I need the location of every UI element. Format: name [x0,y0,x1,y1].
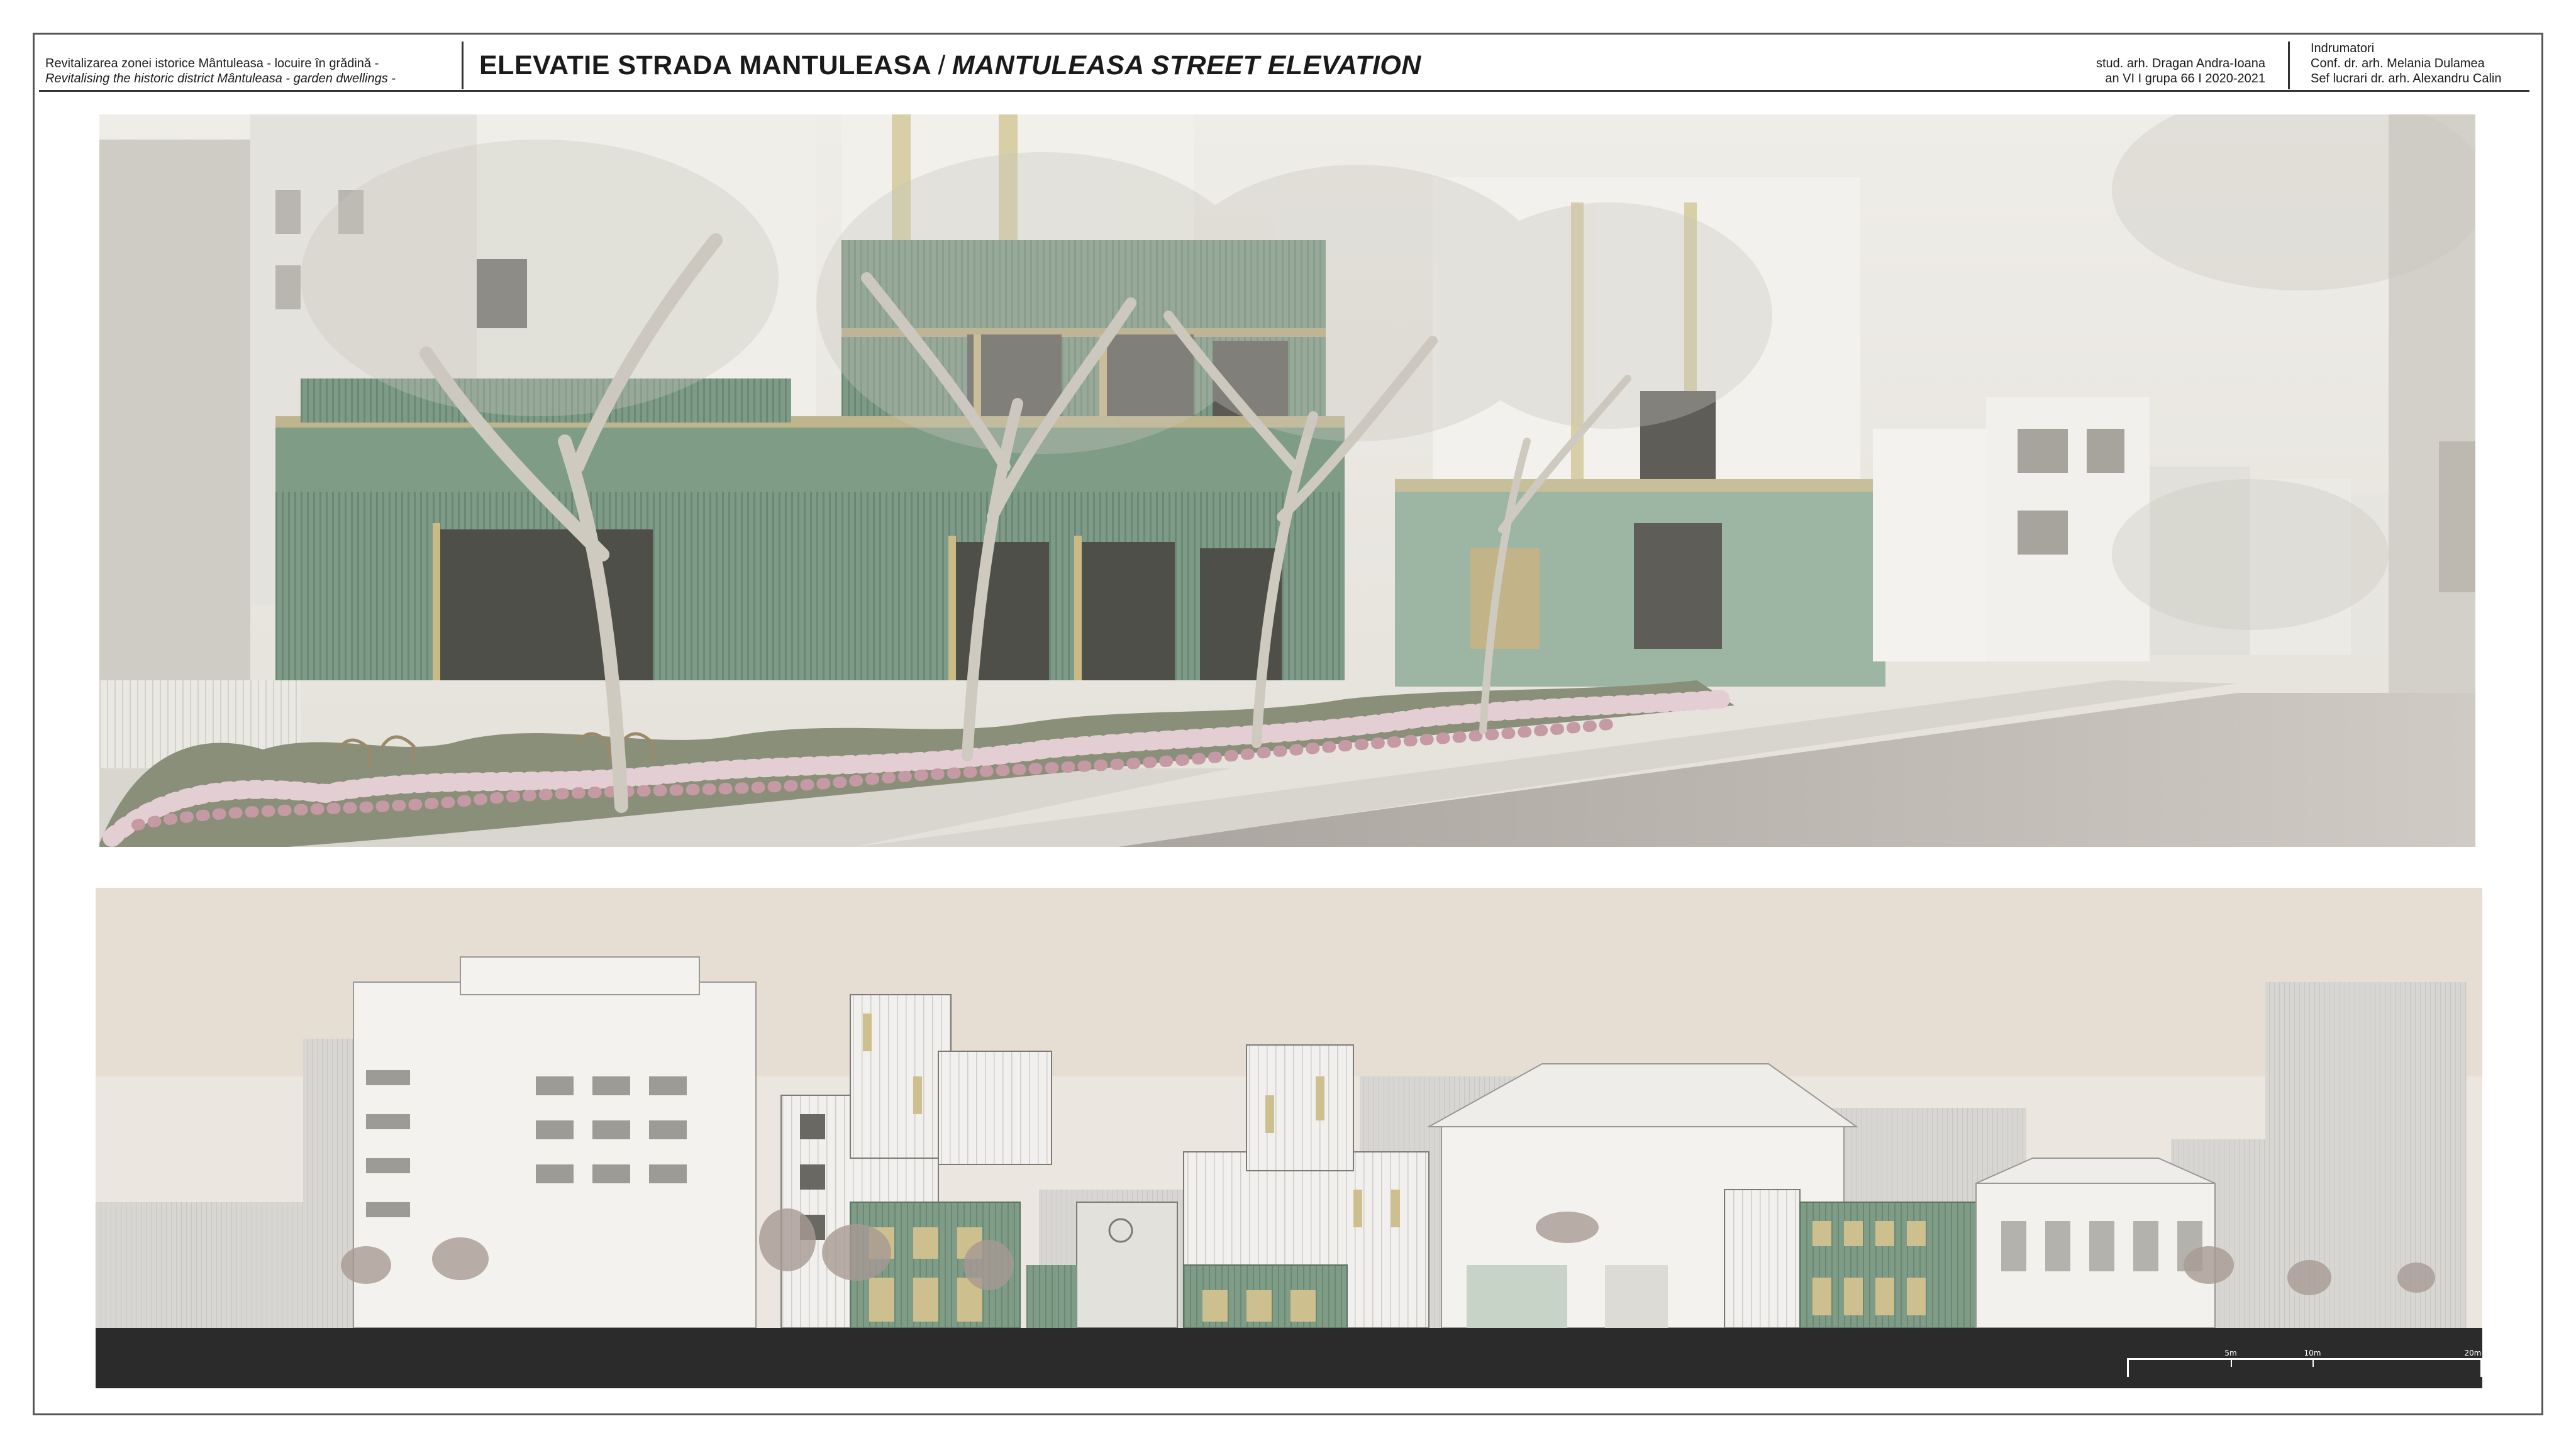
sheet-title-en: MANTULEASA STREET ELEVATION [952,50,1421,80]
proposed-building-3 [1724,1189,1977,1329]
historic-house-right [1975,1158,2216,1329]
tutor-2: Sef lucrari dr. arh. Alexandru Calin [2311,72,2502,86]
apartment-block-left [353,956,757,1329]
title-separator-line [462,41,464,89]
scale-label-20m: 20m [2465,1349,2482,1357]
sheet-title: ELEVATIE STRADA MANTULEASA / MANTULEASA ST… [479,50,1421,81]
scale-label-5m: 5m [2224,1349,2236,1357]
project-title-en: Revitalising the historic district Mântu… [45,72,396,86]
sheet-title-slash: / [938,50,946,80]
project-title-ro: Revitalizarea zonei istorice Mântuleasa … [45,57,379,70]
ground-section-band [96,1328,2482,1388]
tutor-1: Conf. dr. arh. Melania Dulamea [2311,57,2485,70]
title-block: Revitalizarea zonei istorice Mântuleasa … [39,39,2529,92]
tutors-label: Indrumatori [2311,41,2375,55]
year-group: an VI I grupa 66 I 2020-2021 [2105,72,2265,86]
student-name: stud. arh. Dragan Andra-Ioana [2096,57,2265,70]
street-render-image [99,114,2475,847]
sheet-title-ro: ELEVATIE STRADA MANTULEASA [479,50,932,80]
tutors-separator-line [2288,41,2290,89]
scale-label-10m: 10m [2304,1349,2321,1357]
street-elevation-drawing: 5m 10m 20m [96,888,2482,1388]
header-rule [39,90,2529,92]
